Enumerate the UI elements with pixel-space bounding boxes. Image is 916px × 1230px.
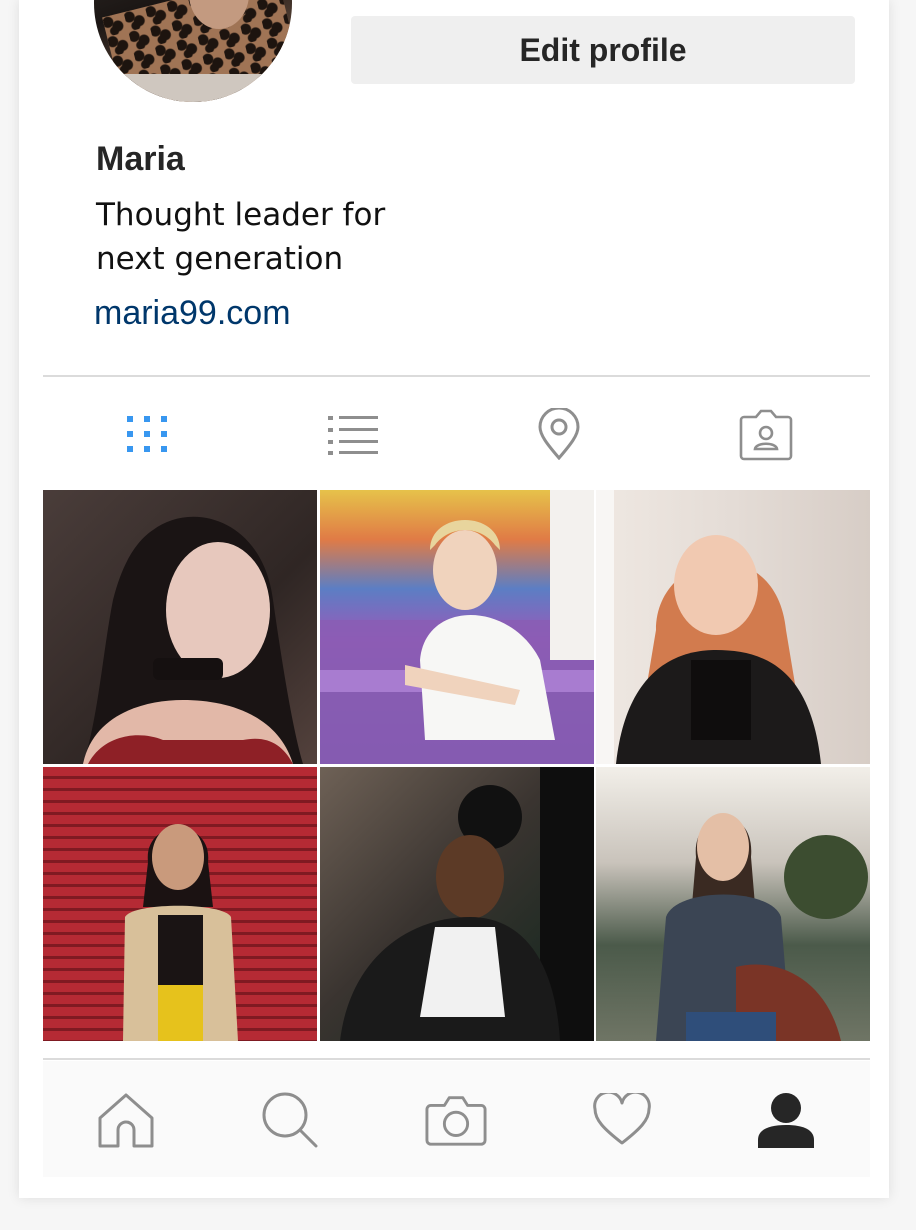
tab-list[interactable]: [323, 404, 383, 464]
nav-activity[interactable]: [591, 1089, 653, 1151]
divider-top: [43, 375, 870, 377]
divider-bottom: [43, 1058, 870, 1060]
camera-icon: [425, 1096, 487, 1146]
photo-2-subject: [319, 490, 594, 764]
bio-line-1: Thought leader for: [96, 197, 386, 233]
tab-location[interactable]: [529, 404, 589, 464]
profile-name: Maria: [96, 140, 185, 178]
list-icon: [328, 416, 378, 455]
photo-2[interactable]: [319, 490, 594, 764]
photo-6-subject: [656, 813, 868, 1041]
avatar-railing: [94, 74, 292, 102]
search-icon: [262, 1092, 318, 1148]
nav-camera[interactable]: [425, 1089, 487, 1151]
photo-5-subject: [339, 767, 594, 1041]
photo-4[interactable]: [43, 767, 317, 1041]
tab-tagged[interactable]: [736, 404, 796, 464]
photo-6[interactable]: [596, 767, 870, 1041]
photo-3-subject: [596, 490, 821, 764]
heart-icon: [593, 1093, 651, 1145]
nav-profile[interactable]: [755, 1089, 817, 1151]
tab-grid[interactable]: [117, 404, 177, 464]
photo-4-subject: [123, 824, 238, 1041]
tagged-person-icon: [739, 409, 793, 461]
edit-profile-button[interactable]: Edit profile: [351, 16, 855, 84]
photo-1[interactable]: [43, 490, 317, 764]
bottom-nav-bar: [43, 1061, 870, 1177]
photo-3[interactable]: [596, 490, 870, 764]
profile-icon: [758, 1093, 814, 1148]
bio-line-2: next generation: [96, 241, 344, 277]
nav-home[interactable]: [95, 1089, 157, 1151]
profile-website-link[interactable]: maria99.com: [94, 294, 291, 333]
home-icon: [98, 1093, 154, 1148]
avatar[interactable]: [94, 0, 292, 102]
photo-grid: [43, 490, 870, 1042]
location-pin-icon: [538, 408, 580, 460]
photo-1-subject: [83, 516, 303, 764]
photo-5[interactable]: [319, 767, 594, 1041]
profile-bio: Thought leader for next generation: [96, 193, 416, 281]
grid-icon: [127, 416, 167, 452]
nav-search[interactable]: [259, 1089, 321, 1151]
